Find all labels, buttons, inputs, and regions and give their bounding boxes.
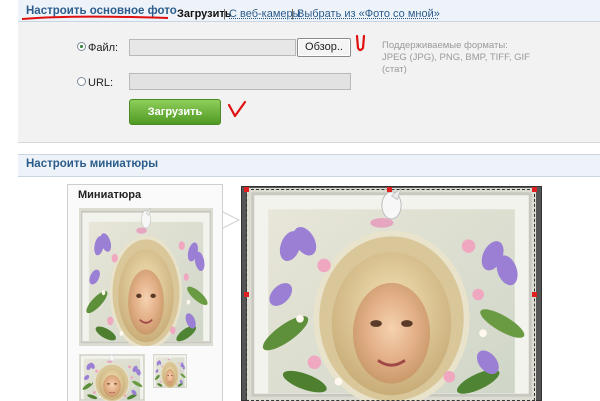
file-label: Файл: xyxy=(88,42,119,54)
file-radio[interactable] xyxy=(77,42,86,51)
crop-handle-left-center[interactable] xyxy=(244,292,249,297)
thumbnail-title: Настроить миниатюры xyxy=(26,158,159,170)
url-input[interactable] xyxy=(129,73,351,90)
url-radio[interactable] xyxy=(77,77,86,86)
url-label: URL: xyxy=(88,77,114,89)
tab-separator: | xyxy=(291,8,294,20)
tab-separator: | xyxy=(223,8,226,20)
supported-formats-text: Поддерживаемые форматы: JPEG (JPG), PNG,… xyxy=(382,40,530,75)
pointer-arrow-icon xyxy=(222,211,241,229)
thumbnail-tiny-image xyxy=(153,354,187,388)
crop-handle-top-center[interactable] xyxy=(387,187,392,192)
crop-selection[interactable] xyxy=(246,189,535,401)
file-input[interactable] xyxy=(129,39,296,56)
upload-button[interactable]: Загрузить xyxy=(129,99,221,125)
crop-handle-top-left[interactable] xyxy=(244,187,249,192)
red-v-annotation xyxy=(227,100,247,118)
thumbnail-label: Миниатюра xyxy=(78,189,142,201)
thumbnail-preview-image xyxy=(79,208,213,346)
thumbnail-small-image xyxy=(79,354,145,401)
browse-button[interactable]: Обзор.. xyxy=(297,38,351,57)
tab-webcam[interactable]: С веб-камеры xyxy=(229,8,301,20)
crop-handle-right-center[interactable] xyxy=(532,292,537,297)
tab-from-photos[interactable]: Выбрать из «Фото со мной» xyxy=(297,8,440,20)
red-u-annotation xyxy=(355,34,366,52)
crop-handle-top-right[interactable] xyxy=(532,187,537,192)
